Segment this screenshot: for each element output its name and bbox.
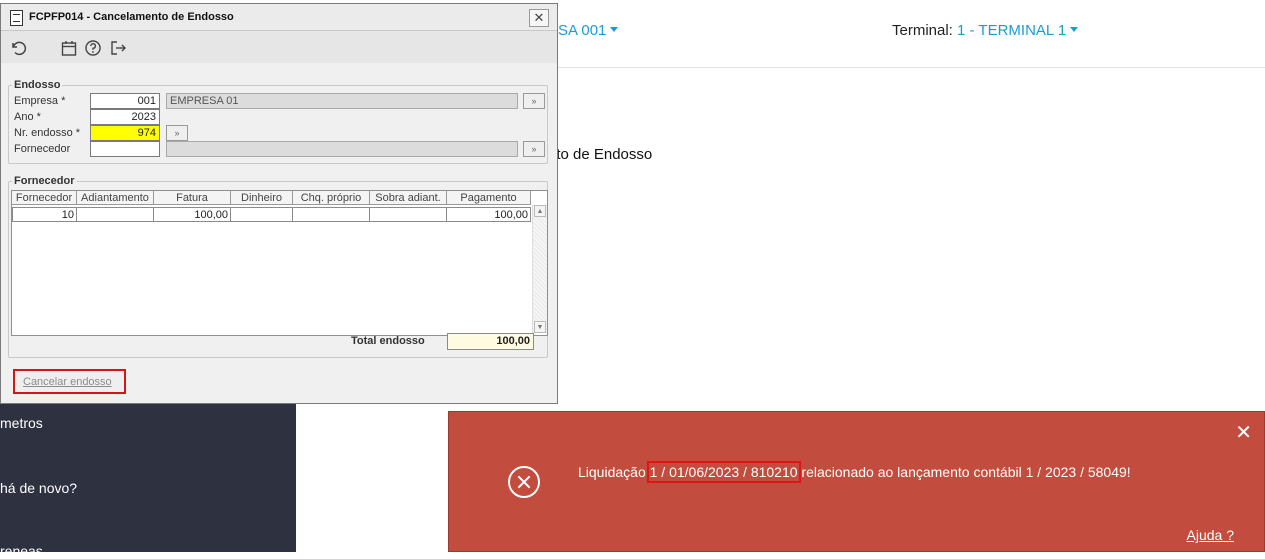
cell-dinheiro[interactable] bbox=[231, 207, 293, 222]
fornecedor-name-field bbox=[166, 141, 518, 157]
table-row[interactable]: 10 100,00 100,00 bbox=[12, 207, 531, 222]
error-circle-icon bbox=[508, 466, 540, 498]
column-header-adiantamento[interactable]: Adiantamento bbox=[77, 191, 154, 205]
cell-fornecedor[interactable]: 10 bbox=[12, 207, 77, 222]
dialog-toolbar bbox=[1, 31, 557, 63]
scroll-down-icon[interactable]: ▼ bbox=[534, 321, 546, 333]
error-toast: ✕ Liquidação 1 / 01/06/2023 / 810210 rel… bbox=[448, 411, 1265, 552]
cell-pagamento[interactable]: 100,00 bbox=[447, 207, 531, 222]
cancelar-endosso-button[interactable]: Cancelar endosso bbox=[13, 369, 126, 394]
undo-icon[interactable] bbox=[9, 39, 27, 57]
grid-header: Fornecedor Adiantamento Fatura Dinheiro … bbox=[12, 191, 531, 205]
fornecedor-legend: Fornecedor bbox=[14, 175, 75, 187]
terminal-value[interactable]: 1 - TERMINAL 1 bbox=[957, 22, 1066, 39]
column-header-fornecedor[interactable]: Fornecedor bbox=[12, 191, 77, 205]
total-endosso-label: Total endosso bbox=[351, 335, 425, 347]
nr-endosso-label: Nr. endosso * bbox=[14, 127, 81, 139]
cell-adiantamento[interactable] bbox=[77, 207, 154, 222]
fornecedor-code-field[interactable] bbox=[90, 141, 160, 157]
empresa-lookup-button[interactable]: » bbox=[523, 93, 545, 109]
empresa-label: Empresa * bbox=[14, 95, 66, 107]
dialog-titlebar[interactable]: FCPFP014 - Cancelamento de Endosso ✕ bbox=[1, 4, 557, 31]
sidebar-item-parametros[interactable]: metros bbox=[0, 415, 43, 431]
dialog-title: FCPFP014 - Cancelamento de Endosso bbox=[29, 11, 234, 23]
chevron-down-icon bbox=[1070, 26, 1079, 32]
cell-chq-proprio[interactable] bbox=[293, 207, 370, 222]
close-icon[interactable]: ✕ bbox=[1235, 420, 1252, 445]
total-endosso-value: 100,00 bbox=[447, 333, 534, 350]
column-header-fatura[interactable]: Fatura bbox=[154, 191, 231, 205]
document-icon bbox=[10, 10, 23, 26]
toast-message: Liquidação 1 / 01/06/2023 / 810210 relac… bbox=[578, 461, 1131, 483]
help-icon[interactable] bbox=[84, 39, 102, 57]
empresa-name-field: EMPRESA 01 bbox=[166, 93, 518, 109]
cell-fatura[interactable]: 100,00 bbox=[154, 207, 231, 222]
fornecedor-label: Fornecedor bbox=[14, 143, 71, 155]
fornecedor-lookup-button[interactable]: » bbox=[523, 141, 545, 157]
column-header-dinheiro[interactable]: Dinheiro bbox=[231, 191, 293, 205]
ano-label: Ano * bbox=[14, 111, 41, 123]
sidebar-item-novidades[interactable]: há de novo? bbox=[0, 480, 77, 496]
calendar-icon[interactable] bbox=[60, 39, 78, 57]
company-selector[interactable]: ESA 001 bbox=[548, 22, 619, 39]
sidebar: metros há de novo? reneas bbox=[0, 404, 296, 559]
chevron-down-icon bbox=[610, 26, 619, 32]
ano-field[interactable]: 2023 bbox=[90, 109, 160, 125]
page-title: nto de Endosso bbox=[548, 146, 653, 163]
cancelamento-endosso-dialog: FCPFP014 - Cancelamento de Endosso ✕ End… bbox=[0, 3, 558, 404]
endosso-legend: Endosso bbox=[14, 79, 61, 91]
column-header-pagamento[interactable]: Pagamento bbox=[447, 191, 531, 205]
fornecedor-grid: Fornecedor Adiantamento Fatura Dinheiro … bbox=[11, 190, 548, 336]
nr-endosso-field[interactable]: 974 bbox=[90, 125, 160, 141]
nr-endosso-lookup-button[interactable]: » bbox=[166, 125, 188, 141]
empresa-code-field[interactable]: 001 bbox=[90, 93, 160, 109]
grid-scrollbar[interactable]: ▲ ▼ bbox=[532, 205, 547, 333]
cell-sobra-adiant[interactable] bbox=[370, 207, 447, 222]
help-link[interactable]: Ajuda ? bbox=[1187, 527, 1234, 543]
cancelar-endosso-label: Cancelar endosso bbox=[23, 376, 112, 388]
column-header-sobra-adiant[interactable]: Sobra adiant. bbox=[370, 191, 447, 205]
liquidacao-highlight: 1 / 01/06/2023 / 810210 bbox=[646, 461, 801, 483]
scroll-up-icon[interactable]: ▲ bbox=[534, 205, 546, 217]
dialog-close-button[interactable]: ✕ bbox=[529, 9, 549, 27]
terminal-label: Terminal: bbox=[892, 22, 953, 39]
terminal-selector[interactable]: Terminal: 1 - TERMINAL 1 bbox=[892, 22, 1079, 39]
column-header-chq-proprio[interactable]: Chq. próprio bbox=[293, 191, 370, 205]
sidebar-item-third[interactable]: reneas bbox=[0, 543, 43, 559]
exit-icon[interactable] bbox=[109, 39, 127, 57]
